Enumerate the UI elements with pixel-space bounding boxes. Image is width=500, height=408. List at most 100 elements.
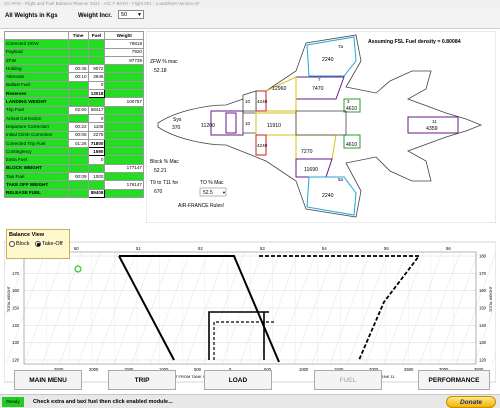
weight-cell: [104, 188, 144, 198]
status-message: Check extra and taxi fuel then click ena…: [33, 399, 173, 405]
time-input[interactable]: 02:60: [67, 105, 89, 115]
time-cell: [67, 39, 89, 49]
tank-6-value: 11690: [304, 167, 318, 173]
weight-cell: 177147: [104, 163, 144, 174]
time-cell: [67, 89, 89, 99]
table-row: Holding 00:45 9072: [4, 64, 144, 74]
fuel-input[interactable]: 3946: [87, 72, 106, 82]
t9-to-t11-value: 670: [154, 189, 163, 195]
tank-5ys-value: 370: [172, 125, 181, 131]
fuel-cell: 89408: [87, 188, 106, 198]
top-tick-label: 52: [198, 246, 203, 251]
extra-fuel-input[interactable]: 0: [87, 155, 106, 165]
row-label: Trip Fuel: [4, 105, 69, 115]
y-tick-label-right: 150: [479, 306, 487, 311]
window-title: CC-PAS - Flight and Fuel Balance Planner…: [0, 0, 500, 7]
table-row: Corrected Trip Fuel 01:26 71800: [4, 138, 144, 149]
table-row: Payload 7920: [4, 47, 144, 57]
weight-increment-select[interactable]: 50 ▼: [118, 10, 144, 19]
trip-button[interactable]: TRIP: [108, 370, 176, 390]
weight-cell: [104, 122, 144, 132]
table-row: Extra Fuel 0: [4, 155, 144, 165]
tank-5a-label: 5a: [338, 177, 344, 182]
block-radio[interactable]: Block: [9, 241, 29, 247]
col-header-name: [4, 30, 69, 41]
tank-10-value: 12960: [272, 86, 287, 92]
table-row: Initial Climb Correction 00:05 2275: [4, 130, 144, 140]
time-input[interactable]: 00:10: [67, 72, 89, 82]
weight-cell: 7920: [104, 47, 144, 57]
fuel-input[interactable]: 2275: [87, 130, 106, 140]
status-bar: Ready Check extra and taxi fuel then cli…: [0, 394, 500, 408]
time-cell: [67, 55, 89, 66]
time-cell: [67, 155, 89, 165]
zfw-mac-label: ZFW % mac: [150, 59, 178, 65]
tank-10b-value: 10: [245, 121, 251, 126]
time-input[interactable]: 00:22: [67, 122, 89, 132]
tank-7a-label: 7a: [338, 44, 344, 49]
y-tick-label-right: 140: [479, 323, 487, 328]
table-header-row: Time Fuel Weight: [4, 30, 144, 41]
tank-5a-value: 2240: [322, 193, 334, 199]
time-input[interactable]: 00:45: [67, 64, 89, 74]
fuel-weight-table: Time Fuel Weight Corrected DOW 79819 Pay…: [4, 30, 144, 198]
top-tick-label: 54: [322, 246, 327, 251]
row-label: Arrival Correction: [4, 113, 69, 124]
y-tick-label-right: 160: [479, 288, 487, 293]
row-label: Ballast Fuel: [4, 80, 69, 91]
t9-to-t11-label: T9 to T11 for: [150, 180, 178, 186]
ready-indicator: Ready: [2, 397, 24, 407]
radio-selected-icon: [34, 241, 41, 247]
y-tick-label: 120: [12, 358, 20, 363]
time-cell: [67, 113, 89, 124]
weight-cell: [104, 80, 144, 91]
performance-button[interactable]: PERFORMANCE: [418, 370, 490, 390]
row-label: BLOCK WEIGHT: [4, 163, 69, 174]
table-row: BLOCK WEIGHT 177147: [4, 163, 144, 174]
y-axis-title-right: TOTAL WEIGHT: [489, 285, 493, 312]
row-label: RELEASE FUEL: [4, 188, 69, 198]
tank-4-value: 4240: [257, 99, 268, 104]
weight-increment-value: 50: [121, 12, 128, 18]
main-menu-button[interactable]: MAIN MENU: [14, 370, 82, 390]
fuel-input[interactable]: 9072: [87, 64, 106, 74]
row-label: LANDING WEIGHT: [4, 97, 69, 107]
table-row: Ballast Fuel 0: [4, 80, 144, 91]
fuel-cell: [87, 97, 106, 107]
weight-cell: [104, 138, 144, 149]
balance-view-panel: Balance View Block Take-Off: [6, 229, 70, 259]
top-tick-label: 50: [74, 246, 79, 251]
fuel-input[interactable]: 1108: [87, 122, 106, 132]
to-mac-label: TO % Mac: [200, 180, 224, 186]
time-cell: 01:26: [67, 138, 89, 149]
tank-2-value: 4610: [346, 142, 357, 148]
table-row: RELEASE FUEL 89408: [4, 188, 144, 198]
block-mac-value: 52.21: [154, 168, 167, 174]
weight-cell: [104, 89, 144, 99]
weight-cell: [104, 155, 144, 165]
row-label: Extra Fuel: [4, 155, 69, 165]
fuel-input[interactable]: 0: [87, 113, 106, 124]
load-button[interactable]: LOAD: [204, 370, 272, 390]
chevron-down-icon: ▼: [137, 12, 142, 18]
time-input[interactable]: 00:05: [67, 130, 89, 140]
table-row: Alternate 00:10 3946: [4, 72, 144, 82]
y-tick-label: 130: [12, 340, 20, 345]
taxi-fuel-input[interactable]: 1000: [87, 172, 106, 182]
col-header-weight: Weight: [104, 30, 144, 41]
y-tick-label-right: 130: [479, 340, 487, 345]
top-tick-label: 53: [260, 246, 265, 251]
fuel-input[interactable]: 68417: [87, 105, 106, 115]
takeoff-radio[interactable]: Take-Off: [34, 241, 63, 247]
fuel-button: FUEL: [314, 370, 382, 390]
fuel-input[interactable]: 0: [87, 80, 106, 91]
density-note: Assuming FSL Fuel density = 0.80084: [368, 39, 461, 45]
y-tick-label-right: 170: [479, 271, 487, 276]
donate-button[interactable]: Donate: [446, 396, 496, 408]
module-button-row: MAIN MENU TRIP LOAD FUEL PERFORMANCE: [4, 370, 496, 392]
tank-7-value: 7470: [312, 86, 324, 92]
sys-label: Sys: [173, 117, 182, 123]
row-label: Taxi Fuel: [4, 172, 69, 182]
taxi-time-input[interactable]: 00:09: [67, 172, 89, 182]
tank-3-value: 4610: [346, 106, 357, 112]
